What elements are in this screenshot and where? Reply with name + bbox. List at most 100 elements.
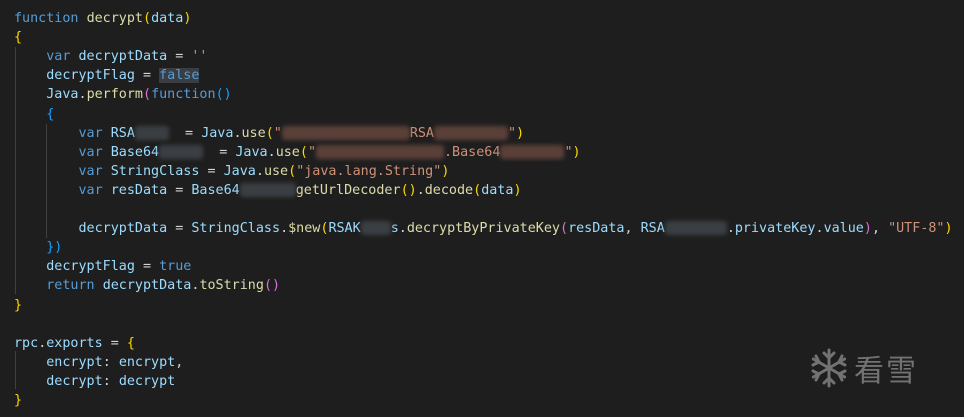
- code-token: decryptData: [78, 221, 168, 237]
- code-line[interactable]: decryptFlag = true: [14, 257, 191, 276]
- code-token: (): [263, 278, 281, 294]
- code-token: decryptData: [78, 49, 168, 65]
- redacted-text: [664, 221, 727, 236]
- code-token: '': [191, 49, 208, 65]
- code-token: decryptFlag: [46, 68, 135, 84]
- code-token: data: [481, 182, 514, 198]
- code-token: resData: [568, 221, 625, 237]
- code-token: var: [78, 144, 103, 160]
- code-token: toString: [199, 278, 264, 294]
- code-line[interactable]: var StringClass = Java.use("java.lang.St…: [14, 162, 450, 181]
- code-token: exports: [46, 335, 103, 351]
- code-token: =: [199, 163, 224, 179]
- code-line[interactable]: var Base64 = Java.use(" .Base64 "): [14, 143, 581, 162]
- code-token: function: [151, 87, 216, 103]
- code-token: s: [390, 221, 399, 237]
- redacted-text: [134, 125, 169, 140]
- code-token: ": [508, 125, 517, 141]
- code-line[interactable]: var resData = Base64 getUrlDecoder().deco…: [14, 181, 522, 200]
- code-token: .: [726, 221, 735, 237]
- code-token: ": [273, 125, 282, 141]
- code-line[interactable]: Java.perform(function(): [14, 85, 232, 104]
- redacted-text: [159, 144, 204, 159]
- code-line[interactable]: {: [14, 105, 54, 124]
- kanxue-watermark: 看雪: [808, 344, 918, 392]
- code-line[interactable]: rpc.exports = {: [14, 334, 135, 353]
- code-line[interactable]: }: [14, 391, 22, 410]
- code-line[interactable]: }: [14, 296, 22, 315]
- code-token: (): [400, 182, 417, 198]
- code-token: decode: [424, 182, 474, 198]
- code-token: resData: [110, 182, 168, 198]
- code-token: Java: [235, 144, 268, 160]
- redacted-text: [239, 182, 296, 197]
- code-token: =: [203, 144, 236, 160]
- code-token: ": [307, 144, 316, 160]
- code-token: (: [299, 144, 308, 160]
- code-token: return: [46, 278, 95, 294]
- code-token: var: [46, 49, 71, 65]
- code-token: function: [14, 11, 79, 26]
- code-token: RSA: [640, 221, 665, 237]
- code-token: {: [126, 335, 135, 351]
- code-token: StringClass: [110, 163, 200, 179]
- code-token: .: [267, 144, 276, 160]
- code-token: false: [159, 68, 200, 84]
- code-token: $new: [288, 221, 321, 237]
- code-token: (): [215, 87, 232, 103]
- code-line[interactable]: {: [14, 28, 22, 47]
- code-token: var: [78, 163, 103, 179]
- code-token: Java: [223, 163, 256, 179]
- code-token: use: [241, 125, 266, 141]
- code-line[interactable]: var decryptData = '': [14, 47, 208, 66]
- code-line[interactable]: decryptData = StringClass.$new(RSAK s.dec…: [14, 219, 953, 238]
- code-token: }: [14, 393, 23, 408]
- code-line[interactable]: encrypt: encrypt,: [14, 353, 183, 372]
- code-token: .: [398, 221, 407, 237]
- code-token: Base64: [191, 182, 240, 198]
- code-token: ": [564, 144, 573, 160]
- code-token: (: [288, 163, 297, 179]
- code-token: ): [863, 221, 872, 237]
- code-token: =: [167, 221, 192, 237]
- code-line[interactable]: return decryptData.toString(): [14, 276, 280, 295]
- code-line[interactable]: decrypt: decrypt: [14, 372, 175, 391]
- code-token: =: [134, 259, 160, 275]
- code-token: use: [275, 144, 300, 160]
- code-token: encrypt: [118, 354, 176, 370]
- code-line[interactable]: var RSA = Java.use(" RSA "): [14, 124, 524, 143]
- code-token: (: [473, 182, 482, 198]
- code-token: "java.lang.String": [296, 163, 442, 179]
- code-token: =: [167, 49, 192, 65]
- code-token: RSA: [409, 125, 434, 141]
- code-line[interactable]: decryptFlag = false: [14, 66, 200, 85]
- code-token: .Base64: [444, 144, 501, 160]
- code-token: ): [516, 125, 525, 141]
- code-token: }): [46, 240, 63, 256]
- code-token: true: [159, 259, 192, 275]
- code-token: decrypt: [118, 373, 176, 389]
- code-token: use: [263, 163, 289, 179]
- code-line[interactable]: }): [14, 238, 62, 257]
- code-token: .: [815, 221, 824, 237]
- code-token: encrypt: [46, 354, 103, 370]
- code-token: data: [151, 11, 184, 26]
- code-line[interactable]: function decrypt(data): [14, 9, 191, 28]
- code-token: (: [265, 125, 274, 141]
- code-token: :: [102, 354, 119, 370]
